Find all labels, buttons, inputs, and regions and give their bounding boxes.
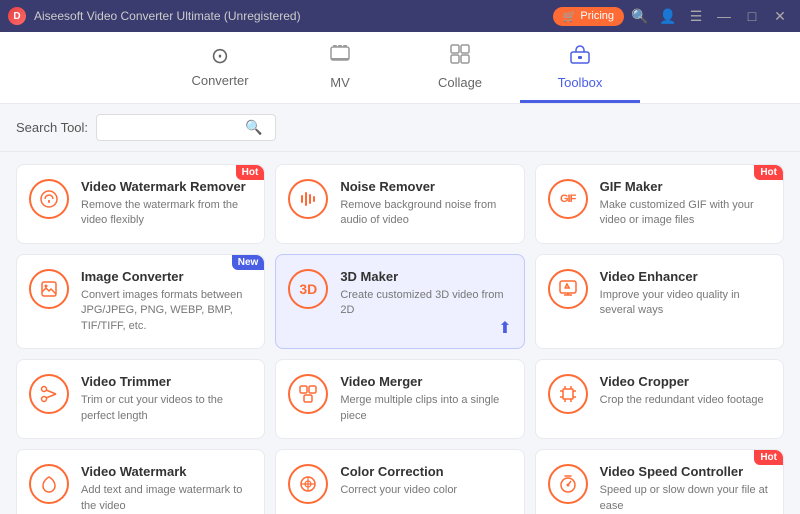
tab-toolbox[interactable]: Toolbox xyxy=(520,32,640,103)
tool-desc-video-speed-controller: Speed up or slow down your file at ease xyxy=(600,483,771,514)
gif-icon: GIF xyxy=(548,179,588,219)
tool-grid: Hot Video Watermark Remover Remove the w… xyxy=(16,164,784,514)
tool-card-image-converter[interactable]: New Image Converter Convert images forma… xyxy=(16,254,265,349)
3d-icon: 3D xyxy=(288,269,328,309)
badge-video-speed-controller: Hot xyxy=(754,450,783,465)
tool-name-video-speed-controller: Video Speed Controller xyxy=(600,464,771,479)
tool-name-noise-remover: Noise Remover xyxy=(340,179,511,194)
video-trimmer-icon xyxy=(29,374,69,414)
tool-info-video-trimmer: Video Trimmer Trim or cut your videos to… xyxy=(81,374,252,424)
tool-card-video-speed-controller[interactable]: Hot Video Speed Controller Speed up or s… xyxy=(535,449,784,514)
tool-name-video-merger: Video Merger xyxy=(340,374,511,389)
tool-info-video-watermark-remover: Video Watermark Remover Remove the water… xyxy=(81,179,252,229)
tool-desc-color-correction: Correct your video color xyxy=(340,483,511,498)
upload-icon: ⬆ xyxy=(498,318,511,338)
search-area: Search Tool: 🔍 xyxy=(0,104,800,152)
titlebar-right: 🛒 Pricing 🔍 👤 ☰ — □ ✕ xyxy=(553,4,792,28)
tool-desc-3d-maker: Create customized 3D video from 2D xyxy=(340,288,511,319)
tool-desc-video-watermark-remover: Remove the watermark from the video flex… xyxy=(81,198,252,229)
toolbox-icon xyxy=(569,43,591,69)
tool-info-video-speed-controller: Video Speed Controller Speed up or slow … xyxy=(600,464,771,514)
badge-image-converter: New xyxy=(232,255,265,270)
tool-desc-video-merger: Merge multiple clips into a single piece xyxy=(340,393,511,424)
noise-remover-icon xyxy=(288,179,328,219)
search-box: Search Tool: 🔍 xyxy=(16,114,784,141)
pricing-button[interactable]: 🛒 Pricing xyxy=(553,7,624,26)
tool-name-gif-maker: GIF Maker xyxy=(600,179,771,194)
tool-name-video-watermark: Video Watermark xyxy=(81,464,252,479)
badge-gif-maker: Hot xyxy=(754,165,783,180)
converter-icon: ⊙ xyxy=(211,45,229,67)
main-content: Hot Video Watermark Remover Remove the w… xyxy=(0,152,800,514)
search-icon[interactable]: 🔍 xyxy=(245,119,262,136)
search-titlebar-icon[interactable]: 🔍 xyxy=(628,4,652,28)
tool-card-noise-remover[interactable]: Noise Remover Remove background noise fr… xyxy=(275,164,524,244)
tool-name-color-correction: Color Correction xyxy=(340,464,511,479)
tool-card-video-watermark-remover[interactable]: Hot Video Watermark Remover Remove the w… xyxy=(16,164,265,244)
tool-info-video-enhancer: Video Enhancer Improve your video qualit… xyxy=(600,269,771,319)
cart-icon: 🛒 xyxy=(563,10,577,23)
tool-card-color-correction[interactable]: Color Correction Correct your video colo… xyxy=(275,449,524,514)
tool-info-video-cropper: Video Cropper Crop the redundant video f… xyxy=(600,374,771,408)
tool-desc-noise-remover: Remove background noise from audio of vi… xyxy=(340,198,511,229)
tool-name-3d-maker: 3D Maker xyxy=(340,269,511,284)
tool-card-video-watermark[interactable]: Video Watermark Add text and image water… xyxy=(16,449,265,514)
video-speed-controller-icon xyxy=(548,464,588,504)
badge-video-watermark-remover: Hot xyxy=(236,165,265,180)
tool-desc-gif-maker: Make customized GIF with your video or i… xyxy=(600,198,771,229)
titlebar: D Aiseesoft Video Converter Ultimate (Un… xyxy=(0,0,800,32)
user-icon[interactable]: 👤 xyxy=(656,4,680,28)
tool-info-image-converter: Image Converter Convert images formats b… xyxy=(81,269,252,334)
image-converter-icon xyxy=(29,269,69,309)
tool-name-video-cropper: Video Cropper xyxy=(600,374,771,389)
tool-name-video-enhancer: Video Enhancer xyxy=(600,269,771,284)
mv-icon xyxy=(329,43,351,69)
tool-info-video-merger: Video Merger Merge multiple clips into a… xyxy=(340,374,511,424)
app-logo: D xyxy=(8,7,26,25)
maximize-button[interactable]: □ xyxy=(740,4,764,28)
tool-info-gif-maker: GIF Maker Make customized GIF with your … xyxy=(600,179,771,229)
tab-converter[interactable]: ⊙ Converter xyxy=(160,32,280,103)
tool-card-video-trimmer[interactable]: Video Trimmer Trim or cut your videos to… xyxy=(16,359,265,439)
video-watermark-icon xyxy=(29,464,69,504)
search-input[interactable] xyxy=(105,121,245,135)
tool-info-3d-maker: 3D Maker Create customized 3D video from… xyxy=(340,269,511,319)
tool-card-gif-maker[interactable]: Hot GIF GIF Maker Make customized GIF wi… xyxy=(535,164,784,244)
tool-name-image-converter: Image Converter xyxy=(81,269,252,284)
tool-card-3d-maker[interactable]: 3D 3D Maker Create customized 3D video f… xyxy=(275,254,524,349)
tool-info-noise-remover: Noise Remover Remove background noise fr… xyxy=(340,179,511,229)
titlebar-left: D Aiseesoft Video Converter Ultimate (Un… xyxy=(8,7,301,25)
tool-card-video-merger[interactable]: Video Merger Merge multiple clips into a… xyxy=(275,359,524,439)
tool-info-color-correction: Color Correction Correct your video colo… xyxy=(340,464,511,498)
tool-info-video-watermark: Video Watermark Add text and image water… xyxy=(81,464,252,514)
nav-tabs: ⊙ Converter MV Collage xyxy=(0,32,800,104)
tool-name-video-watermark-remover: Video Watermark Remover xyxy=(81,179,252,194)
tool-desc-video-watermark: Add text and image watermark to the vide… xyxy=(81,483,252,514)
video-watermark-remover-icon xyxy=(29,179,69,219)
tool-desc-video-trimmer: Trim or cut your videos to the perfect l… xyxy=(81,393,252,424)
tool-desc-video-enhancer: Improve your video quality in several wa… xyxy=(600,288,771,319)
minimize-button[interactable]: — xyxy=(712,4,736,28)
tool-desc-image-converter: Convert images formats between JPG/JPEG,… xyxy=(81,288,252,334)
close-button[interactable]: ✕ xyxy=(768,4,792,28)
color-correction-icon xyxy=(288,464,328,504)
tab-collage[interactable]: Collage xyxy=(400,32,520,103)
tab-mv[interactable]: MV xyxy=(280,32,400,103)
search-input-wrap[interactable]: 🔍 xyxy=(96,114,276,141)
video-enhancer-icon xyxy=(548,269,588,309)
tool-card-video-cropper[interactable]: Video Cropper Crop the redundant video f… xyxy=(535,359,784,439)
menu-icon[interactable]: ☰ xyxy=(684,4,708,28)
video-merger-icon xyxy=(288,374,328,414)
tool-desc-video-cropper: Crop the redundant video footage xyxy=(600,393,771,408)
tool-card-video-enhancer[interactable]: Video Enhancer Improve your video qualit… xyxy=(535,254,784,349)
collage-icon xyxy=(449,43,471,69)
tool-name-video-trimmer: Video Trimmer xyxy=(81,374,252,389)
video-cropper-icon xyxy=(548,374,588,414)
search-label: Search Tool: xyxy=(16,120,88,135)
app-title: Aiseesoft Video Converter Ultimate (Unre… xyxy=(34,9,301,23)
